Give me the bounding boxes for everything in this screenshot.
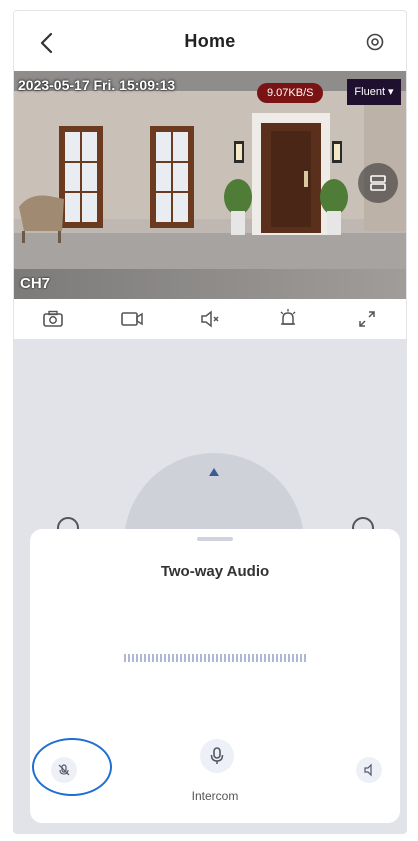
mute-button[interactable] [171,299,249,339]
camera-feed-image [14,71,406,299]
two-way-audio-sheet: Two-way Audio Intercom [30,529,400,823]
channel-label: CH7 [20,275,51,292]
chevron-left-icon [40,32,53,54]
settings-icon [366,33,384,51]
record-button[interactable] [92,299,170,339]
snapshot-button[interactable] [14,299,92,339]
intercom-label: Intercom [191,789,239,803]
page-title: Home [184,30,236,51]
stream-quality-select[interactable]: Fluent ▾ [347,79,401,105]
back-button[interactable] [32,29,60,57]
microphone-off-icon [58,764,70,776]
audio-waveform [124,654,306,662]
video-timestamp: 2023-05-17 Fri. 15:09:13 [18,77,176,93]
bitrate-badge: 9.07KB/S [257,83,324,103]
top-bar: Home [14,11,406,71]
intercom-button[interactable] [200,739,234,773]
channel-bar: CH7 [14,269,406,299]
speaker-mute-icon [201,310,219,328]
split-screen-icon [370,175,386,191]
speaker-button[interactable] [356,757,382,783]
fullscreen-icon [359,311,375,327]
video-toolbar [14,299,406,339]
live-video-view[interactable]: 2023-05-17 Fri. 15:09:13 9.07KB/S Fluent… [14,71,406,299]
sheet-drag-handle[interactable] [197,537,233,541]
alarm-button[interactable] [249,299,327,339]
speaker-icon [364,763,372,777]
fullscreen-button[interactable] [328,299,406,339]
sheet-title: Two-way Audio [160,563,270,580]
split-screen-button[interactable] [358,163,398,203]
app-screen: Home 2023-05-17 Fri. 15:09:13 9.07KB/S F… [13,10,407,834]
settings-button[interactable] [362,29,388,55]
microphone-icon [210,747,224,764]
alarm-bell-icon [280,309,296,325]
arrow-up-icon[interactable] [207,465,221,479]
video-record-icon [120,312,143,326]
mute-microphone-button[interactable] [51,757,77,783]
camera-icon [43,310,63,327]
